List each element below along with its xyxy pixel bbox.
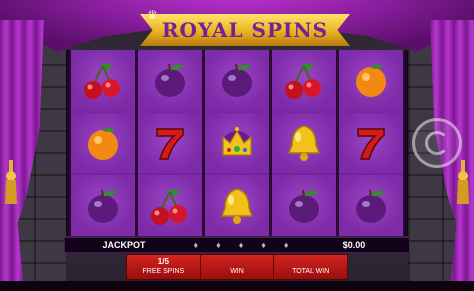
reel-cell bbox=[138, 112, 202, 174]
bell-icon: ♦ bbox=[238, 240, 244, 250]
plum-icon bbox=[155, 64, 185, 98]
bell-icon: ♦ bbox=[261, 240, 266, 250]
plum-icon bbox=[222, 64, 252, 98]
spin-arrow-icon bbox=[425, 131, 449, 155]
total-win-label: TOTAL WIN bbox=[292, 268, 330, 275]
logo-title: ROYAL SPINS bbox=[161, 18, 329, 42]
jackpot-label: JACKPOT bbox=[102, 240, 146, 250]
plum-icon bbox=[356, 189, 386, 223]
bell-icon: ♦ bbox=[283, 240, 289, 250]
reel-4 bbox=[272, 50, 336, 237]
orange-icon bbox=[88, 127, 118, 160]
orange-icon bbox=[356, 64, 386, 98]
bell-icon: ♦ bbox=[193, 240, 199, 250]
reel-cell bbox=[205, 175, 269, 237]
jackpot-bar: JACKPOT ♦ ♦ ♦ ♦ ♦ $0.00 bbox=[64, 237, 410, 253]
reel-5 bbox=[339, 50, 403, 237]
bell-icon bbox=[287, 125, 321, 161]
reel-grid bbox=[66, 50, 408, 237]
reel-cell bbox=[205, 112, 269, 174]
reel-2 bbox=[138, 50, 202, 237]
seven-icon bbox=[156, 128, 184, 160]
bell-icon bbox=[220, 187, 254, 224]
crown-icon bbox=[222, 127, 252, 156]
reel-cell bbox=[272, 112, 336, 174]
reel-1 bbox=[71, 50, 135, 237]
cherry-icon bbox=[84, 63, 120, 100]
reel-cell bbox=[339, 175, 403, 237]
reel-cell bbox=[339, 112, 403, 174]
total-win-value bbox=[274, 258, 347, 268]
reel-cell bbox=[71, 112, 135, 174]
reel-cell bbox=[71, 50, 135, 111]
reel-cell bbox=[272, 50, 336, 111]
tassel-left-icon bbox=[5, 160, 17, 204]
reel-cell bbox=[339, 50, 403, 111]
reel-cell bbox=[272, 175, 336, 237]
cherry-icon bbox=[285, 63, 321, 100]
reel-cell bbox=[138, 50, 202, 111]
bell-icon: ♦ bbox=[216, 240, 221, 250]
win-label: WIN bbox=[230, 268, 244, 275]
win-value bbox=[201, 258, 274, 268]
seven-icon bbox=[357, 128, 385, 160]
jackpot-value: $0.00 bbox=[342, 240, 366, 250]
win-stat: WIN bbox=[201, 255, 275, 279]
stats-bar: 1/5 FREE SPINS WIN TOTAL WIN bbox=[126, 254, 348, 280]
tassel-right-icon bbox=[457, 160, 469, 204]
reel-cell bbox=[71, 175, 135, 237]
bottom-strip bbox=[0, 281, 474, 291]
cherry-icon bbox=[151, 189, 187, 225]
game-logo: ♛ ROYAL SPINS bbox=[140, 8, 350, 50]
plum-icon bbox=[88, 189, 118, 223]
reel-cell bbox=[205, 50, 269, 111]
spin-button[interactable] bbox=[412, 118, 462, 168]
jackpot-icons: ♦ ♦ ♦ ♦ ♦ bbox=[183, 240, 299, 250]
plum-icon bbox=[289, 189, 319, 223]
free-spins-label: FREE SPINS bbox=[142, 268, 185, 275]
free-spins-stat: 1/5 FREE SPINS bbox=[127, 255, 201, 279]
reel-3 bbox=[205, 50, 269, 237]
reel-cell bbox=[138, 175, 202, 237]
game-stage: ♛ ROYAL SPINS JACKPOT ♦ ♦ ♦ ♦ ♦ $0.00 1/… bbox=[0, 0, 474, 291]
free-spins-value: 1/5 bbox=[157, 257, 169, 266]
total-win-stat: TOTAL WIN bbox=[274, 255, 347, 279]
